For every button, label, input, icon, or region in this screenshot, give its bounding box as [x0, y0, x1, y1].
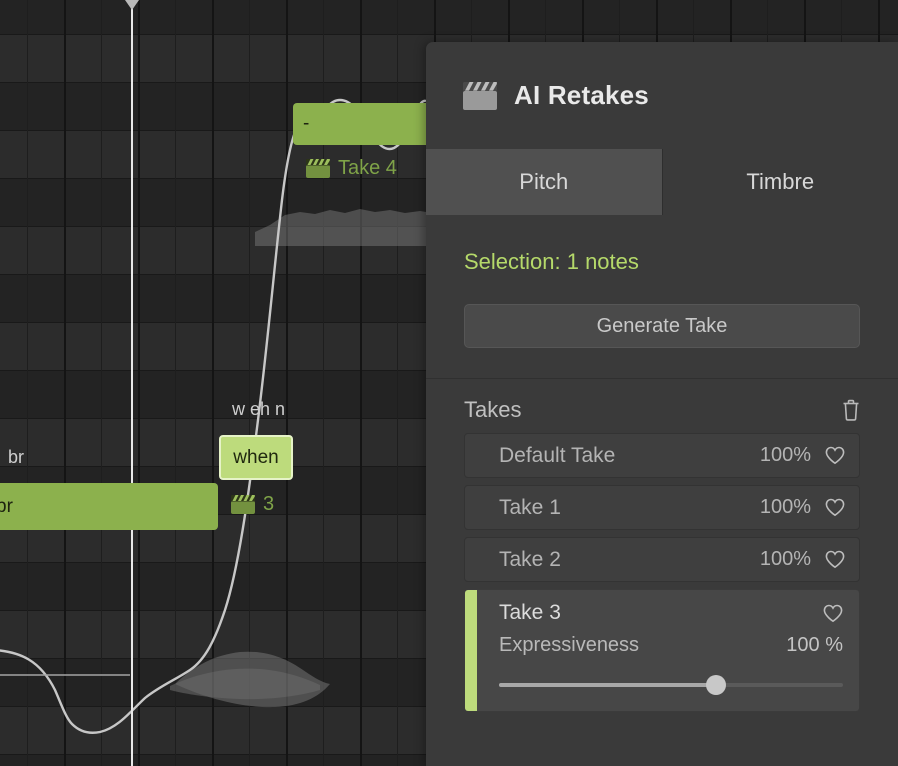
selected-take-accent-bar	[465, 590, 477, 711]
playhead[interactable]	[131, 0, 133, 766]
take-name: Take 2	[499, 547, 561, 571]
generate-take-button[interactable]: Generate Take	[464, 304, 860, 348]
phoneme-label: br	[8, 447, 25, 467]
takes-list[interactable]: Default Take 100% Take 1 100% Take 2 100% Tak…	[464, 433, 860, 712]
note-block[interactable]: when	[219, 435, 293, 480]
playhead-handle[interactable]	[125, 0, 139, 10]
heart-icon[interactable]	[825, 498, 845, 517]
take-percent: 100%	[759, 496, 811, 518]
take-row-selected[interactable]: Take 3 Expressiveness 100 %	[464, 589, 860, 712]
takes-title: Takes	[464, 397, 522, 422]
expressiveness-label: Expressiveness	[499, 634, 640, 656]
phoneme-label: w eh n	[232, 399, 286, 419]
panel-header: AI Retakes	[426, 42, 898, 149]
takes-section: Takes Default Take 100% Take 1 100% Take 2 10…	[426, 379, 898, 712]
app-root: w eh nbrr -whenbre Take 4 3	[0, 0, 898, 766]
take-badge-label: Take 4	[338, 157, 397, 179]
heart-icon[interactable]	[825, 446, 845, 465]
take-row[interactable]: Take 1 100%	[464, 485, 860, 530]
heart-icon[interactable]	[823, 604, 843, 623]
take-name: Default Take	[499, 443, 616, 467]
take-percent: 100%	[759, 444, 811, 466]
clapperboard-icon	[305, 158, 331, 179]
panel-title: AI Retakes	[514, 80, 649, 110]
clapperboard-icon	[462, 81, 498, 111]
take-badge-label: 3	[263, 493, 275, 515]
slider-fill	[499, 683, 716, 687]
note-block[interactable]: br	[0, 483, 218, 530]
clapperboard-icon	[230, 494, 256, 515]
take-name: Take 1	[499, 495, 561, 519]
slider-thumb[interactable]	[705, 675, 726, 695]
ai-retakes-panel: AI Retakes Pitch Timbre Selection: 1 not…	[426, 42, 898, 766]
expressiveness-value: 100 %	[786, 634, 843, 656]
take-row[interactable]: Take 2 100%	[464, 537, 860, 582]
take-row[interactable]: Default Take 100%	[464, 433, 860, 478]
note-lyric: when	[233, 446, 279, 468]
note-lyric: -	[303, 113, 310, 134]
take-badge[interactable]: Take 4	[305, 157, 397, 180]
panel-tabs[interactable]: Pitch Timbre	[426, 149, 898, 215]
generate-section: Selection: 1 notes Generate Take	[426, 215, 898, 379]
heart-icon[interactable]	[825, 550, 845, 569]
takes-header: Takes	[464, 397, 860, 423]
selection-status: Selection: 1 notes	[464, 249, 639, 274]
take-percent: 100%	[759, 548, 811, 570]
tab-pitch[interactable]: Pitch	[426, 149, 662, 215]
trash-icon[interactable]	[842, 399, 860, 421]
tab-timbre[interactable]: Timbre	[661, 149, 898, 215]
note-lyric: br	[0, 495, 13, 517]
take-name: Take 3	[499, 601, 561, 624]
take-badge[interactable]: 3	[230, 493, 274, 516]
expressiveness-slider[interactable]	[499, 675, 843, 695]
